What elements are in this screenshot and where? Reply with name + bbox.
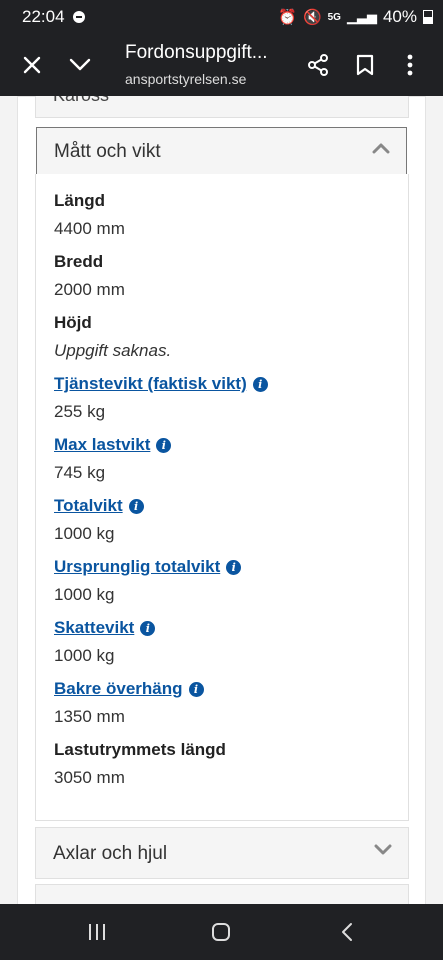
back-button[interactable] [322, 904, 372, 960]
web-content[interactable]: Kaross Mått och vikt Längd 4400 mm Bredd… [0, 96, 443, 904]
share-button[interactable] [298, 34, 338, 96]
field-tjanstevikt: Tjänstevikt (faktisk vikt) i 255 kg [54, 374, 268, 422]
field-label: Bredd [54, 252, 104, 271]
field-value: 1350 mm [54, 707, 125, 726]
chevron-down-icon [374, 844, 392, 855]
home-icon [212, 923, 230, 941]
field-value: 2000 mm [54, 280, 125, 299]
info-icon[interactable]: i [156, 437, 172, 453]
field-value: 745 kg [54, 463, 106, 482]
chevron-up-icon [372, 143, 390, 154]
battery-label: 40% [382, 7, 417, 26]
accordion-label: Kaross [53, 96, 109, 106]
accordion-title: Axlar och hjul [53, 843, 168, 864]
field-max-lastvikt: Max lastvikt i 745 kg [54, 435, 172, 483]
field-value: Uppgift saknas. [54, 341, 172, 360]
field-label: Höjd [54, 313, 92, 332]
field-skattevikt: Skattevikt i 1000 kg [54, 618, 156, 666]
page-title: Fordonsuppgift... [125, 42, 268, 63]
field-link-skattevikt[interactable]: Skattevikt i [54, 618, 156, 638]
back-icon [342, 923, 352, 941]
minimize-button[interactable] [60, 34, 100, 96]
browser-toolbar: Fordonsuppgift... ansportstyrelsen.se [0, 34, 443, 96]
system-nav-bar [0, 904, 443, 960]
field-label: Max lastvikt [54, 435, 151, 454]
status-time: 22:04 [22, 7, 65, 26]
close-icon [23, 56, 41, 74]
info-icon[interactable]: i [140, 620, 156, 636]
home-button[interactable] [196, 904, 246, 960]
field-hojd: Höjd Uppgift saknas. [54, 313, 171, 361]
notification-icon [73, 11, 85, 23]
field-label: Skattevikt [54, 618, 135, 637]
bookmark-button[interactable] [345, 34, 385, 96]
field-label: Tjänstevikt (faktisk vikt) [54, 374, 247, 393]
field-link-bakre-overhang[interactable]: Bakre överhäng i [54, 679, 204, 699]
field-label: Lastutrymmets längd [54, 740, 226, 759]
recent-apps-button[interactable] [72, 904, 122, 960]
accordion-kaross[interactable]: Kaross [35, 96, 409, 118]
field-link-totalvikt[interactable]: Totalvikt i [54, 496, 144, 516]
accordion-next[interactable] [35, 884, 409, 904]
info-icon[interactable]: i [226, 559, 242, 575]
field-totalvikt: Totalvikt i 1000 kg [54, 496, 144, 544]
mute-icon: 🔇 [302, 9, 322, 26]
battery-icon [423, 10, 433, 24]
accordion-title: Mått och vikt [54, 141, 161, 162]
field-ursprunglig-totalvikt: Ursprunglig totalvikt i 1000 kg [54, 557, 242, 605]
bookmark-icon [356, 54, 374, 76]
close-button[interactable] [12, 34, 52, 96]
info-icon[interactable]: i [128, 498, 144, 514]
info-icon[interactable]: i [252, 376, 268, 392]
field-value: 1000 kg [54, 585, 115, 604]
page-url: ansportstyrelsen.se [125, 71, 247, 87]
field-label: Längd [54, 191, 105, 210]
signal-icon: ▁▃▅ [346, 9, 377, 24]
share-icon [308, 54, 328, 76]
recent-apps-icon [89, 924, 105, 940]
field-lastutrymmets-langd: Lastutrymmets längd 3050 mm [54, 740, 226, 788]
status-icons: ⏰ 🔇 5G ▁▃▅ 40% [278, 7, 433, 27]
field-value: 3050 mm [54, 768, 125, 787]
info-icon[interactable]: i [188, 681, 204, 697]
field-value: 4400 mm [54, 219, 125, 238]
field-bakre-overhang: Bakre överhäng i 1350 mm [54, 679, 204, 727]
field-link-max-lastvikt[interactable]: Max lastvikt i [54, 435, 172, 455]
chevron-down-icon [69, 58, 91, 71]
network-label: 5G [327, 11, 341, 23]
field-label: Bakre överhäng [54, 679, 183, 698]
more-vertical-icon [407, 54, 413, 76]
field-label: Ursprunglig totalvikt [54, 557, 221, 576]
field-langd: Längd 4400 mm [54, 191, 125, 239]
field-label: Totalvikt [54, 496, 123, 515]
alarm-icon: ⏰ [278, 9, 297, 26]
accordion-matt-och-vikt-header[interactable]: Mått och vikt [36, 127, 407, 175]
field-link-ursprunglig-totalvikt[interactable]: Ursprunglig totalvikt i [54, 557, 242, 577]
accordion-axlar-och-hjul[interactable]: Axlar och hjul [35, 827, 409, 879]
field-value: 255 kg [54, 402, 106, 421]
status-bar: 22:04 ⏰ 🔇 5G ▁▃▅ 40% [0, 0, 443, 34]
field-link-tjanstevikt[interactable]: Tjänstevikt (faktisk vikt) i [54, 374, 268, 394]
menu-button[interactable] [395, 34, 425, 96]
field-bredd: Bredd 2000 mm [54, 252, 125, 300]
field-value: 1000 kg [54, 646, 115, 665]
field-value: 1000 kg [54, 524, 115, 543]
accordion-matt-och-vikt-body: Längd 4400 mm Bredd 2000 mm Höjd Uppgift… [35, 174, 409, 821]
